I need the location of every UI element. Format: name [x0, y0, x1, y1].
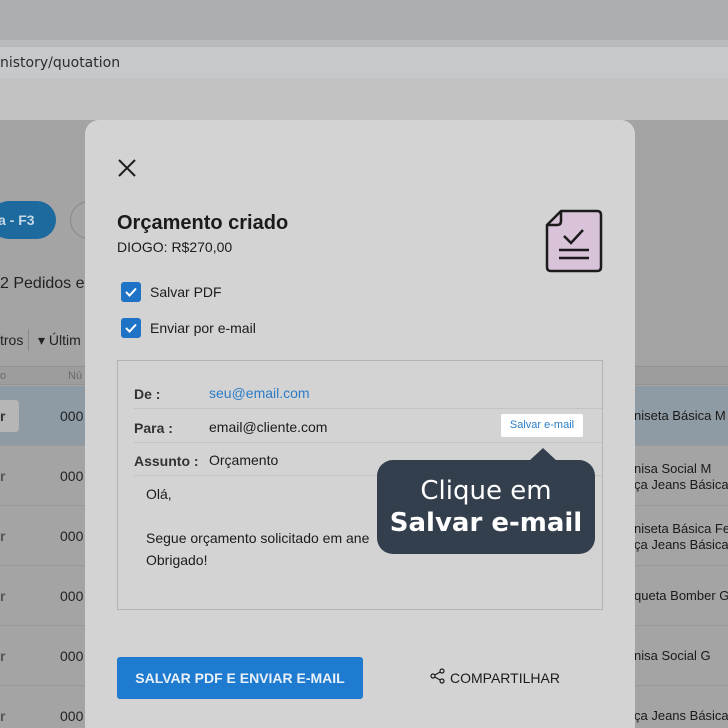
send-email-checkbox[interactable] [121, 318, 141, 338]
tooltip-line1: Clique em [420, 476, 552, 506]
modal-subtitle: DIOGO: R$270,00 [117, 239, 233, 255]
email-body-field[interactable]: Olá, Segue orçamento solicitado em ane O… [146, 483, 369, 571]
bg-sort-label: Últim [48, 332, 81, 348]
bg-row-number: 000 [60, 648, 84, 664]
save-pdf-checkbox[interactable] [121, 282, 141, 302]
bg-primary-button[interactable]: a - F3 [0, 201, 56, 239]
quotation-modal: Orçamento criado DIOGO: R$270,00 Salvar … [85, 120, 635, 728]
close-icon[interactable] [113, 154, 141, 182]
document-check-icon [543, 208, 605, 274]
email-from-label: De : [134, 386, 161, 402]
bg-col-header: Nú [68, 370, 83, 382]
bg-row-products: nisa Social M [634, 461, 712, 476]
save-email-button[interactable]: Salvar e-mail [501, 414, 583, 437]
share-button[interactable]: COMPARTILHAR [430, 668, 560, 687]
bg-row-products: nisa Social G [634, 648, 711, 663]
send-email-option[interactable]: Enviar por e-mail [121, 317, 256, 339]
save-pdf-and-send-button[interactable]: SALVAR PDF E ENVIAR E-MAIL [117, 657, 363, 699]
bg-filters-label[interactable]: tros [0, 332, 23, 348]
email-to-label: Para : [134, 420, 173, 436]
email-from-value[interactable]: seu@email.com [209, 385, 310, 401]
bg-row-products: ça Jeans Básica [634, 477, 728, 492]
app-toolbar [0, 78, 728, 120]
email-to-field[interactable]: email@cliente.com [209, 419, 327, 435]
bg-row-action[interactable]: r [0, 400, 19, 432]
bg-row-action[interactable]: r [0, 468, 5, 484]
email-subject-field[interactable]: Orçamento [209, 452, 278, 468]
bg-col-header: o [0, 370, 7, 382]
send-email-label: Enviar por e-mail [150, 320, 256, 336]
share-icon [430, 668, 446, 687]
bg-row-products: niseta Básica M [634, 408, 726, 423]
share-label: COMPARTILHAR [450, 669, 560, 686]
bg-row-action[interactable]: r [0, 588, 5, 604]
bg-row-action[interactable]: r [0, 708, 5, 724]
bg-row-number: 000 [60, 588, 84, 604]
bg-row-number: 000 [60, 708, 84, 724]
bg-row-number: 000 [60, 468, 84, 484]
bg-row-products: queta Bomber G [634, 588, 728, 603]
address-url[interactable]: nistory/quotation [0, 55, 120, 71]
bg-row-action[interactable]: r [0, 528, 5, 544]
bg-row-products: ça Jeans Básica [634, 537, 728, 552]
bg-sort-dropdown[interactable]: ▾ Últim [38, 332, 81, 349]
browser-tab-bar [0, 0, 728, 40]
modal-title: Orçamento criado [117, 212, 289, 234]
chevron-down-icon: ▾ [38, 332, 49, 348]
save-pdf-option[interactable]: Salvar PDF [121, 281, 222, 303]
save-pdf-label: Salvar PDF [150, 284, 222, 300]
email-subject-label: Assunto : [134, 453, 199, 469]
address-bar[interactable]: nistory/quotation [0, 46, 728, 78]
email-from-row: De : seu@email.com [134, 376, 602, 409]
bg-row-number: 000 [60, 528, 84, 544]
bg-list-title: 2 Pedidos e [0, 275, 85, 292]
onboarding-tooltip: Clique em Salvar e-mail [377, 448, 595, 554]
bg-separator [28, 329, 29, 351]
tooltip-line2: Salvar e-mail [389, 508, 583, 538]
bg-row-number: 000 [60, 408, 84, 424]
bg-row-products: niseta Básica Fe [634, 521, 728, 536]
bg-row-action[interactable]: r [0, 648, 5, 664]
bg-row-products: ça Jeans Básica [634, 708, 728, 723]
